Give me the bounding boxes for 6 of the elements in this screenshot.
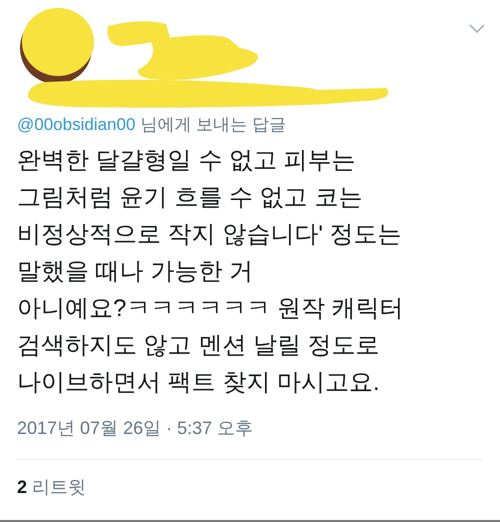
- retweet-label: 리트윗: [32, 476, 86, 499]
- retweet-number: 2: [17, 476, 28, 499]
- reply-label: 님에게 보내는 답글: [140, 114, 286, 136]
- retweet-count[interactable]: 2 리트윗: [0, 474, 500, 501]
- timestamp: 2017년 07월 26일 · 5:37 오후: [16, 417, 254, 440]
- tweet-text: 완벽한 달걀형일 수 없고 피부는 그림처럼 윤기 흐를 수 없고 코는 비정상적으로 작지 않습니다' 정도는 말했을 때나 가능한 거 아니예요?ㅋㅋㅋㅋㅋㅋ 원작 캐릭터 검색하지도 않고 멘션 날릴 정도로 나이브하면서 팩트 찾지 마시고요.: [16, 146, 405, 398]
